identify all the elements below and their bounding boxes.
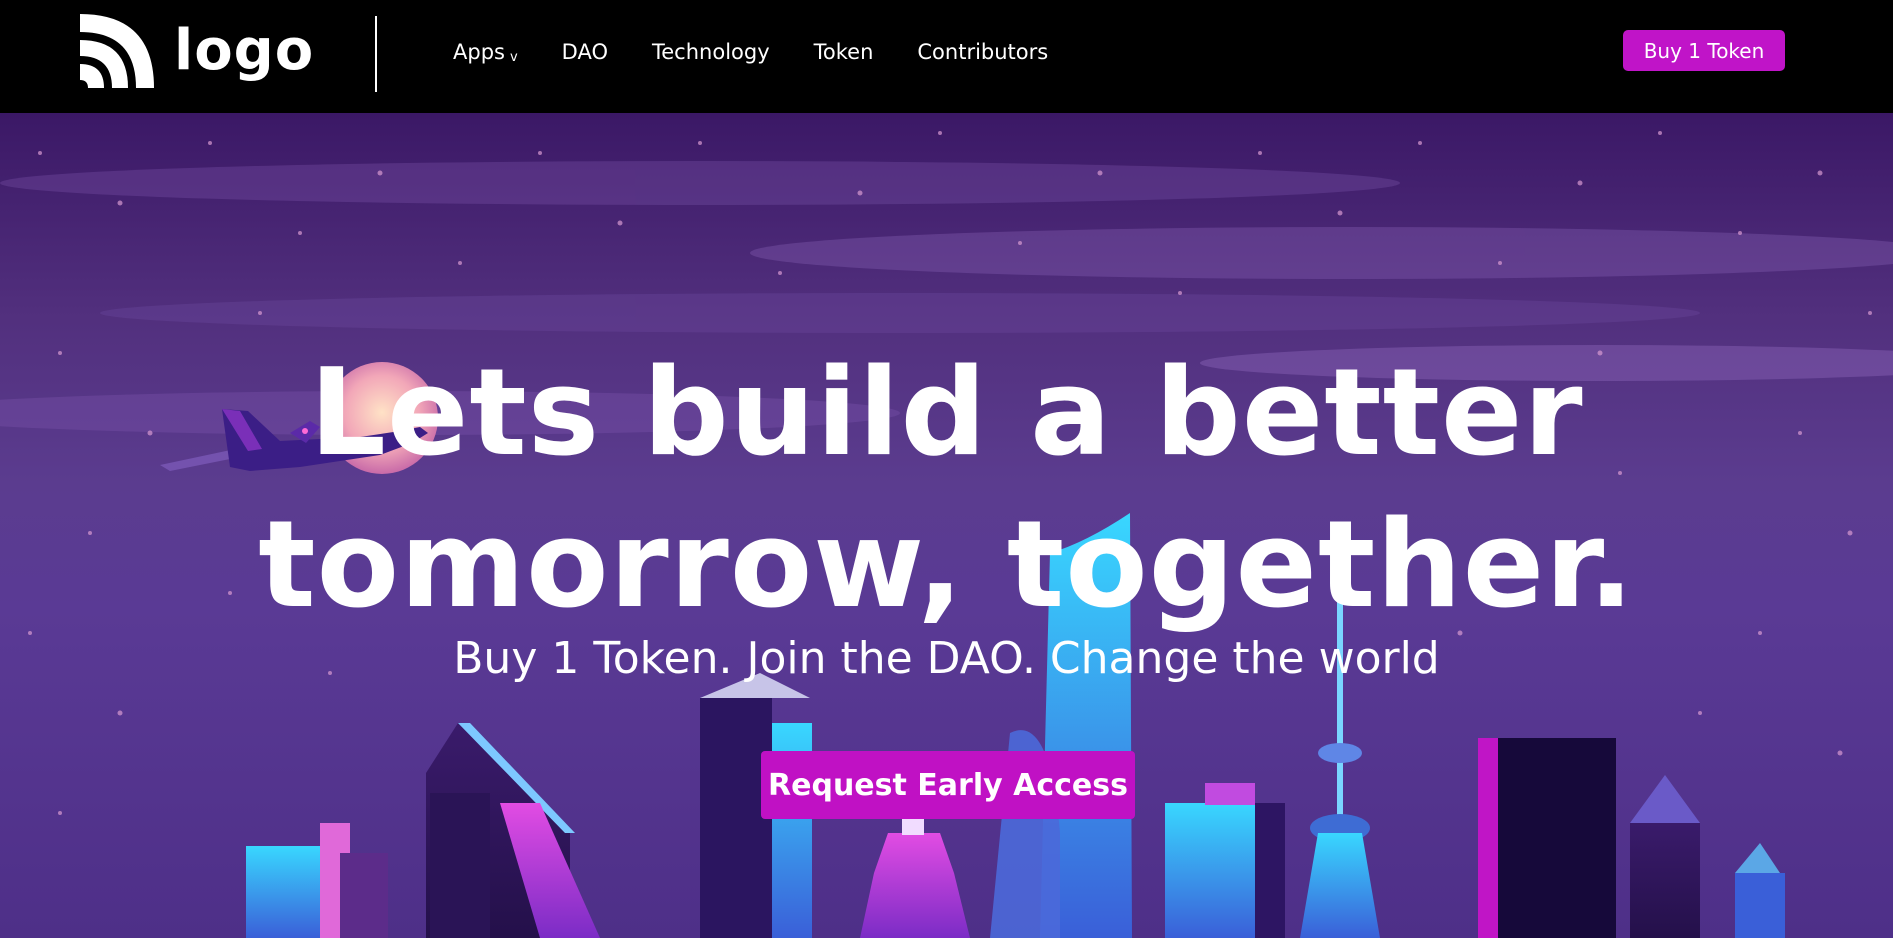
hero-headline: Lets build a better tomorrow, together. (0, 338, 1893, 642)
nav-link-apps-label: Apps (453, 40, 505, 64)
chevron-down-icon: v (509, 50, 518, 65)
nav-link-dao[interactable]: DAO (562, 40, 608, 64)
nav-link-contributors[interactable]: Contributors (917, 40, 1048, 64)
request-early-access-button[interactable]: Request Early Access (761, 751, 1135, 819)
hero-headline-line2: tomorrow, together. (258, 496, 1635, 635)
nav-link-token[interactable]: Token (814, 40, 874, 64)
hero-subheadline: Buy 1 Token. Join the DAO. Change the wo… (453, 633, 1440, 684)
hero-headline-line1: Lets build a better (309, 344, 1584, 483)
hero-section: Lets build a better tomorrow, together. … (0, 113, 1893, 938)
nav-divider (375, 16, 377, 92)
top-navigation: logo Apps v DAO Technology Token Contribu… (0, 0, 1893, 113)
site-logo[interactable]: logo (80, 14, 314, 88)
nav-link-apps[interactable]: Apps v (453, 40, 518, 65)
nav-links: Apps v DAO Technology Token Contributors (453, 40, 1092, 65)
logo-icon (80, 14, 154, 88)
buy-token-button[interactable]: Buy 1 Token (1623, 30, 1785, 71)
nav-link-technology[interactable]: Technology (652, 40, 770, 64)
logo-text: logo (174, 18, 315, 83)
